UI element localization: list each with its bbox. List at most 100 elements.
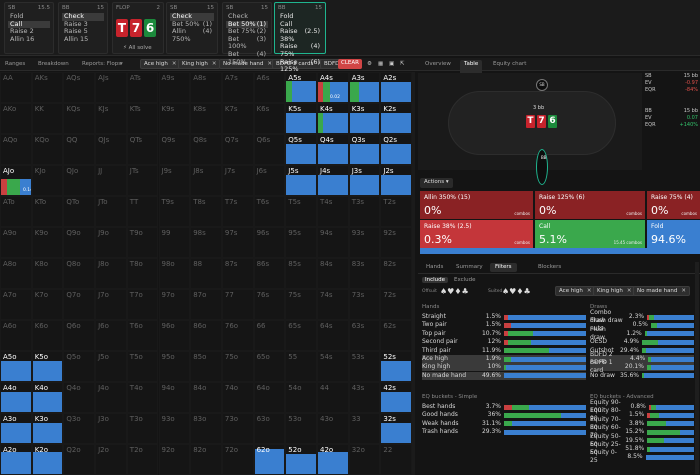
range-cell[interactable]: QTo [63,196,96,227]
range-cell[interactable]: AJo 0.14 [0,165,32,196]
range-cell[interactable]: 93o [158,413,191,444]
exclude-toggle[interactable]: Exclude [454,277,476,283]
filter-chip-no-made-hand-2[interactable]: No made hand ✕ [633,286,691,296]
range-cell[interactable]: Q6s [253,134,286,165]
range-cell[interactable]: ATo [0,196,32,227]
range-cell[interactable]: T2o [126,444,159,475]
stat-row[interactable]: OESD 4.9% [590,338,694,346]
range-cell[interactable]: 86o [190,320,222,351]
stat-row[interactable]: Third pair 11.9% [422,347,586,355]
seat-sb[interactable]: SB [536,79,548,91]
range-cell[interactable]: KTo [31,196,64,227]
range-cell[interactable]: 98s [190,227,222,258]
range-cell[interactable]: 87s [221,258,254,289]
range-cell[interactable]: 65o [253,351,286,382]
range-cell[interactable]: JJ [95,165,127,196]
range-cell[interactable]: 22 [380,444,413,475]
stat-row[interactable]: Top pair 10.7% [422,330,586,338]
suit-icons-suited[interactable]: ♠♥♦♣ [502,287,531,296]
grid-icon[interactable]: ▣ [389,61,394,67]
range-cell[interactable]: K9o [31,227,64,258]
range-cell[interactable]: Q5s [285,134,317,165]
range-cell[interactable]: KQo [31,134,64,165]
range-cell[interactable]: J8s [190,165,222,196]
filter-chip-ace-high-2[interactable]: Ace high ✕ [555,286,596,296]
range-cell[interactable]: T4s [317,196,349,227]
range-cell[interactable]: A2o [0,444,32,475]
action-option[interactable]: Bet 100% (3) [226,35,268,51]
range-cell[interactable]: 32s [380,413,413,444]
range-cell[interactable]: 44 [317,382,349,413]
range-cell[interactable]: 72o [221,444,254,475]
range-cell[interactable]: T3o [126,413,159,444]
tab-equity-chart[interactable]: Equity chart [493,61,526,67]
range-cell[interactable]: KJs [95,103,127,134]
range-cell[interactable]: Q2s [380,134,413,165]
range-cell[interactable]: KQs [63,103,96,134]
range-cell[interactable]: Q8s [190,134,222,165]
range-cell[interactable]: 42s [380,382,413,413]
layout-icon[interactable]: ▦ [378,61,383,67]
range-cell[interactable]: A7s [221,72,254,103]
stat-row[interactable]: Equity 0-25 8.5% [590,449,694,464]
range-cell[interactable]: 33 [348,413,381,444]
action-option[interactable]: Raise 75% (4) [278,43,322,58]
range-cell[interactable]: J3o [95,413,127,444]
range-cell[interactable]: K6s [253,103,286,134]
range-cell[interactable]: QJs [95,134,127,165]
chevron-down-icon[interactable]: ▾ [120,61,123,67]
range-cell[interactable]: A6o [0,320,32,351]
range-cell[interactable]: 93s [348,227,381,258]
stat-row[interactable]: Flush draw 1.2% [590,326,694,341]
range-cell[interactable]: 97s [221,227,254,258]
range-cell[interactable]: A9s [158,72,191,103]
range-cell[interactable]: 95s [285,227,317,258]
stat-row[interactable]: Two pair 1.5% [422,321,586,329]
filter-chip-king-high[interactable]: King high ✕ [178,59,221,69]
range-cell[interactable]: T9o [126,227,159,258]
stat-row[interactable]: Best hands 3.7% [422,403,586,411]
range-cell[interactable]: 63s [348,320,381,351]
stat-row[interactable]: Straight 1.5% [422,313,586,321]
range-cell[interactable]: AA [0,72,32,103]
range-cell[interactable]: 74s [317,289,349,320]
range-cell[interactable]: J2s [380,165,413,196]
tab-reports-flops[interactable]: Reports: Flops [82,61,121,67]
range-cell[interactable]: Q4o [63,382,96,413]
range-cell[interactable]: Q9o [63,227,96,258]
range-cell[interactable]: 64s [317,320,349,351]
range-cell[interactable]: J6o [95,320,127,351]
right-scrollbar[interactable] [695,262,699,474]
range-cell[interactable]: 53o [285,413,317,444]
stat-row[interactable]: Good hands 36% [422,411,586,419]
range-cell[interactable]: 53s [348,351,381,382]
range-cell[interactable]: TT [126,196,159,227]
stat-row[interactable]: Second pair 12% [422,338,586,346]
range-cell[interactable]: 83o [190,413,222,444]
range-cell[interactable]: Q9s [158,134,191,165]
range-cell[interactable]: K5s [285,103,317,134]
range-cell[interactable]: 55 [285,351,317,382]
range-cell[interactable]: 88 [190,258,222,289]
range-cell[interactable]: KTs [126,103,159,134]
range-cell[interactable]: K2o [31,444,64,475]
range-cell[interactable]: 75s [285,289,317,320]
range-cell[interactable]: 75o [221,351,254,382]
range-cell[interactable]: 77 [221,289,254,320]
range-cell[interactable]: K7s [221,103,254,134]
range-cell[interactable]: 96s [253,227,286,258]
range-cell[interactable]: 97o [158,289,191,320]
range-cell[interactable]: 52s [380,351,413,382]
range-cell[interactable]: QTs [126,134,159,165]
range-cell[interactable]: AQo [0,134,32,165]
range-cell[interactable]: AJs [95,72,127,103]
stat-row[interactable]: Ace high 1.9% [422,355,586,363]
range-cell[interactable]: 96o [158,320,191,351]
range-cell[interactable]: T4o [126,382,159,413]
range-cell[interactable]: K3s [348,103,381,134]
seat-bb[interactable]: BB [536,149,548,185]
range-cell[interactable]: K9s [158,103,191,134]
range-cell[interactable]: T7o [126,289,159,320]
range-cell[interactable]: T9s [158,196,191,227]
range-cell[interactable]: 43s [348,382,381,413]
